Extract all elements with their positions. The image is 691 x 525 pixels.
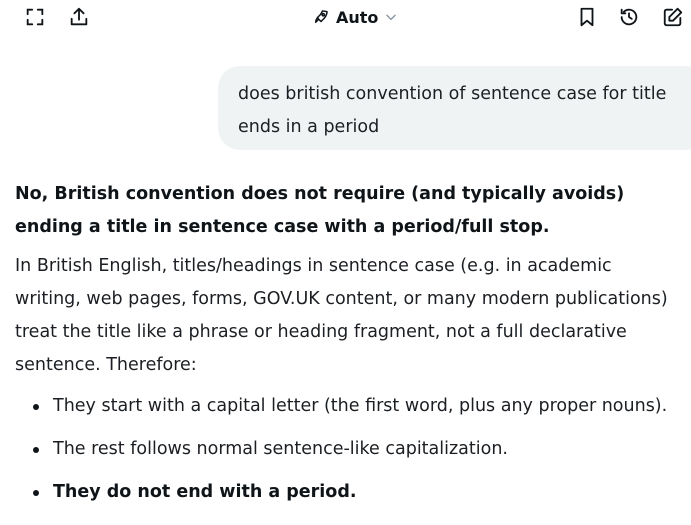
list-item: They do not end with a period. bbox=[15, 476, 691, 509]
chevron-down-icon bbox=[386, 14, 397, 21]
list-item: They start with a capital letter (the fi… bbox=[15, 390, 691, 423]
history-icon[interactable] bbox=[616, 4, 642, 30]
new-chat-icon[interactable] bbox=[660, 4, 686, 30]
expand-icon[interactable] bbox=[22, 4, 48, 30]
user-message-text: does british convention of sentence case… bbox=[238, 84, 667, 137]
chat-page: Auto does british convention of sentence… bbox=[0, 0, 691, 525]
list-item: The rest follows normal sentence-like ca… bbox=[15, 433, 691, 466]
response-lead: No, British convention does not require … bbox=[15, 184, 625, 237]
user-message-bubble: does british convention of sentence case… bbox=[218, 66, 691, 150]
response-bullet-list: They start with a capital letter (the fi… bbox=[15, 390, 691, 509]
response-body: In British English, titles/headings in s… bbox=[15, 256, 668, 375]
rocket-icon bbox=[315, 10, 328, 23]
share-icon[interactable] bbox=[66, 4, 92, 30]
model-selector[interactable]: Auto bbox=[312, 5, 398, 29]
bookmark-icon[interactable] bbox=[574, 4, 600, 30]
model-label: Auto bbox=[336, 7, 379, 27]
top-bar: Auto bbox=[0, 0, 691, 36]
assistant-response: No, British convention does not require … bbox=[15, 178, 691, 519]
